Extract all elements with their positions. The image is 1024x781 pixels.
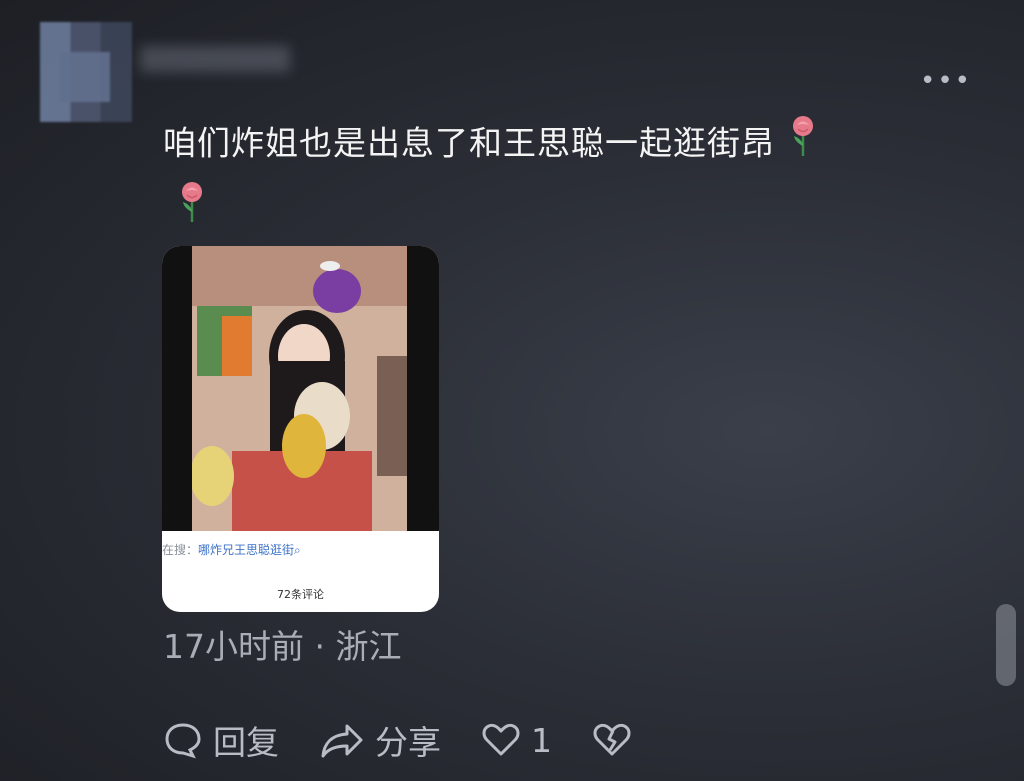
photo-area	[162, 246, 439, 531]
photo	[192, 246, 407, 531]
like-count: 1	[531, 720, 552, 760]
comments-count: 72条评论	[277, 588, 324, 601]
scrollbar[interactable]	[996, 604, 1016, 686]
search-icon: ⌕	[294, 543, 301, 557]
like-icon	[482, 723, 520, 756]
more-icon[interactable]: •••	[920, 66, 972, 96]
post-image[interactable]: 在搜：哪炸兄王思聪逛街⌕ 72条评论	[162, 246, 439, 612]
share-button[interactable]: 分享	[319, 716, 441, 764]
username-blurred[interactable]	[140, 46, 290, 72]
avatar[interactable]	[40, 22, 132, 122]
dislike-icon	[593, 723, 631, 756]
rose-icon	[789, 114, 817, 176]
search-prefix: 在搜：	[162, 543, 199, 557]
search-query[interactable]: 哪炸兄王思聪逛街	[198, 543, 294, 557]
post-content: 咱们炸姐也是出息了和王思聪一起逛街昂	[163, 114, 943, 176]
dislike-button[interactable]	[592, 720, 642, 760]
reply-button[interactable]: 回复	[163, 716, 279, 764]
post-text: 咱们炸姐也是出息了和王思聪一起逛街昂	[163, 123, 775, 163]
share-label: 分享	[375, 723, 441, 762]
share-icon	[321, 724, 363, 758]
reply-label: 回复	[213, 723, 279, 762]
reply-icon	[165, 723, 201, 759]
action-bar: 回复 分享 1	[163, 716, 682, 764]
rose-icon	[178, 180, 206, 228]
post-meta: 17小时前 · 浙江	[163, 627, 402, 666]
like-button[interactable]: 1	[481, 720, 552, 760]
search-suggestion[interactable]: 在搜：哪炸兄王思聪逛街⌕	[162, 541, 439, 558]
